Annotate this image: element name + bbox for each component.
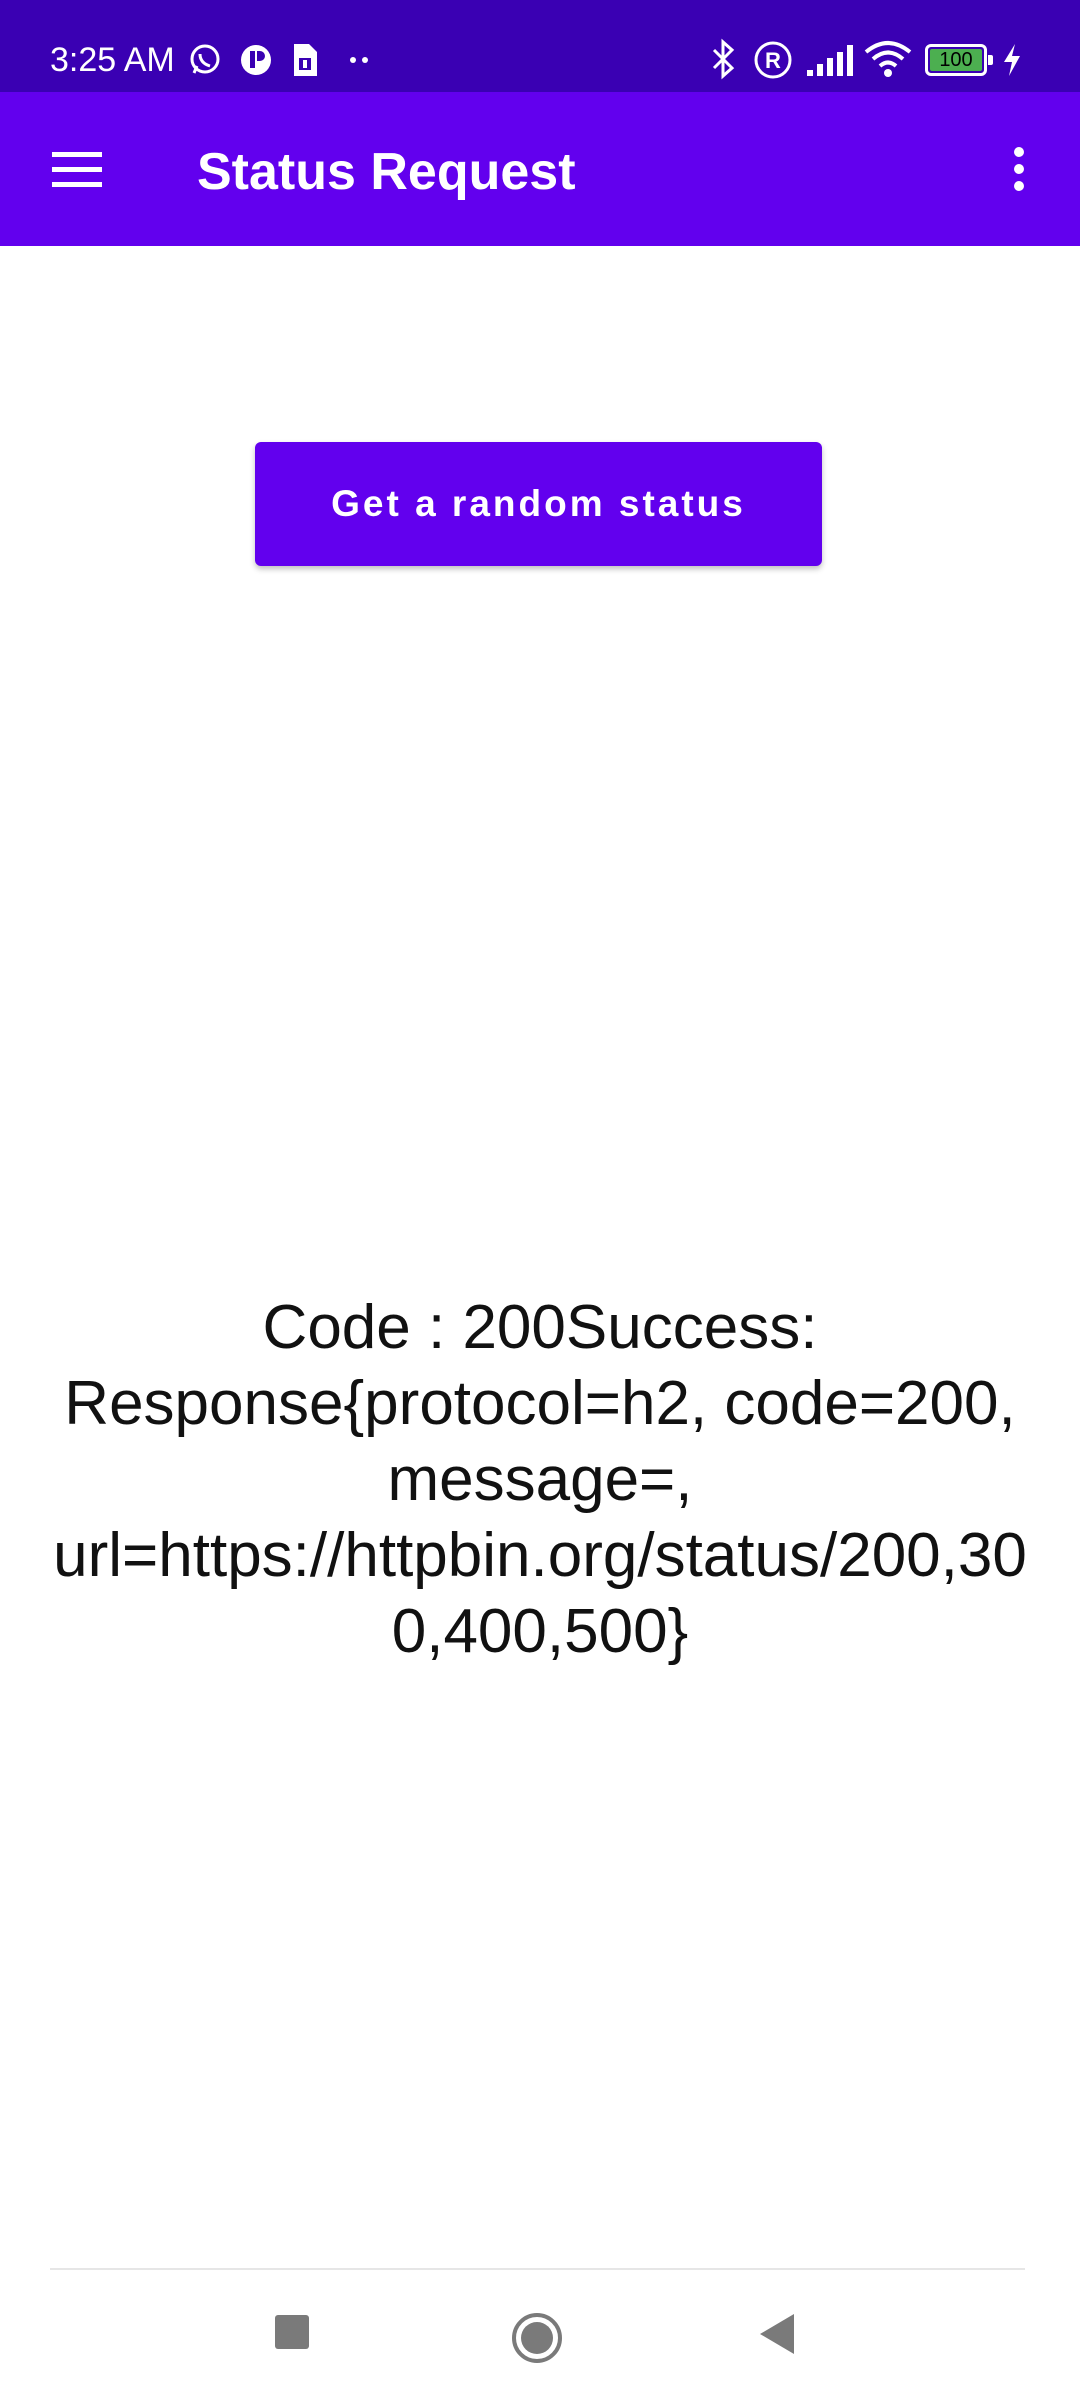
status-time: 3:25 AM bbox=[50, 41, 175, 79]
app-notification-icon bbox=[241, 45, 271, 75]
svg-text:R: R bbox=[765, 48, 781, 73]
sim-icon bbox=[294, 44, 317, 76]
get-random-status-button[interactable]: Get a random status bbox=[255, 442, 822, 566]
bluetooth-icon bbox=[712, 38, 735, 80]
charging-icon bbox=[1004, 44, 1020, 76]
more-dots-icon bbox=[350, 57, 368, 63]
status-bar: 3:25 AM R 100 bbox=[0, 0, 1080, 92]
page-title: Status Request bbox=[197, 143, 576, 201]
roaming-icon: R bbox=[754, 41, 792, 79]
result-text: Code : 200Success: Response{protocol=h2,… bbox=[53, 1293, 1027, 1666]
navigation-bar bbox=[0, 2270, 1080, 2400]
more-vert-icon bbox=[1014, 147, 1024, 191]
signal-icon bbox=[807, 45, 853, 76]
hamburger-menu-button[interactable] bbox=[40, 132, 114, 206]
wifi-icon bbox=[864, 41, 912, 77]
overflow-menu-button[interactable] bbox=[990, 132, 1040, 206]
home-icon[interactable] bbox=[511, 2312, 563, 2364]
battery-level: 100 bbox=[939, 49, 973, 71]
hamburger-menu-icon bbox=[52, 152, 102, 187]
recents-icon[interactable] bbox=[274, 2314, 310, 2350]
battery-icon: 100 bbox=[925, 44, 993, 76]
whatsapp-icon bbox=[190, 44, 220, 74]
back-icon[interactable] bbox=[758, 2312, 798, 2356]
app-bar: Status Request bbox=[0, 92, 1080, 246]
